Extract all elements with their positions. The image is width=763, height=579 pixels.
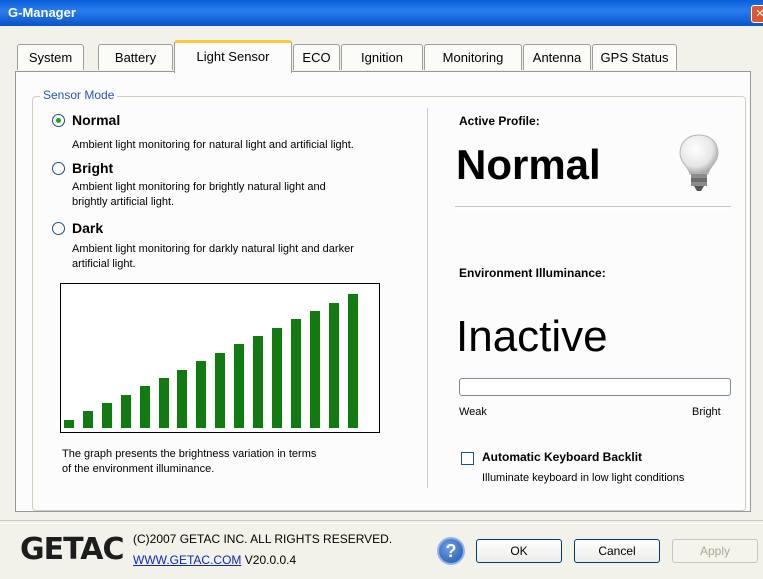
radio-bright[interactable] xyxy=(52,162,65,175)
graph-bar xyxy=(120,395,131,428)
radio-dark-desc: Ambient light monitoring for darkly natu… xyxy=(72,243,354,270)
close-button[interactable]: ✕ xyxy=(751,5,763,23)
getac-website-link[interactable]: WWW.GETAC.COM xyxy=(133,553,241,567)
keyboard-backlit-desc: Illuminate keyboard in low light conditi… xyxy=(482,472,685,484)
radio-normal-label[interactable]: Normal xyxy=(72,112,120,128)
environment-illuminance-value: Inactive xyxy=(456,312,608,361)
graph-bar xyxy=(158,378,169,428)
radio-normal[interactable] xyxy=(52,114,65,127)
radio-selected-dot xyxy=(56,118,61,123)
bright-label: Bright xyxy=(692,406,721,418)
panel-divider xyxy=(427,108,428,488)
tab-battery[interactable]: Battery xyxy=(98,44,173,70)
tab-eco[interactable]: ECO xyxy=(293,44,340,70)
tab-light-sensor[interactable]: Light Sensor xyxy=(174,40,292,73)
graph-bar xyxy=(177,370,188,428)
graph-bar xyxy=(82,411,93,428)
radio-dark-label[interactable]: Dark xyxy=(72,220,103,236)
radio-normal-desc: Ambient light monitoring for natural lig… xyxy=(72,139,354,151)
graph-bar xyxy=(215,353,226,428)
footer-separator xyxy=(0,520,763,524)
light-bulb-icon xyxy=(676,132,722,197)
radio-bright-label[interactable]: Bright xyxy=(72,160,113,176)
graph-bar xyxy=(101,403,112,428)
profile-separator xyxy=(455,206,731,210)
active-profile-value: Normal xyxy=(456,141,601,188)
radio-bright-desc: Ambient light monitoring for brightly na… xyxy=(72,181,326,208)
keyboard-backlit-checkbox[interactable] xyxy=(461,452,474,465)
illuminance-level-bar xyxy=(459,378,731,396)
tab-monitoring[interactable]: Monitoring xyxy=(424,44,522,70)
tab-system[interactable]: System xyxy=(17,44,84,70)
graph-bar xyxy=(347,294,358,428)
graph-bar xyxy=(64,420,74,428)
window-title: G-Manager xyxy=(8,5,76,20)
ok-button[interactable]: OK xyxy=(476,539,562,563)
cancel-button[interactable]: Cancel xyxy=(574,539,660,563)
graph-bar xyxy=(196,361,207,428)
graph-caption: The graph presents the brightness variat… xyxy=(62,448,317,475)
getac-logo: GETAC xyxy=(20,532,124,567)
graph-bar xyxy=(290,319,301,428)
weak-label: Weak xyxy=(459,406,487,418)
sensor-mode-label: Sensor Mode xyxy=(40,88,118,102)
environment-illuminance-label: Environment Illuminance: xyxy=(459,266,606,280)
tab-antenna[interactable]: Antenna xyxy=(523,44,591,70)
brightness-graph xyxy=(60,283,380,433)
graph-bar xyxy=(139,386,150,428)
tab-ignition[interactable]: Ignition xyxy=(341,44,423,70)
keyboard-backlit-label[interactable]: Automatic Keyboard Backlit xyxy=(482,450,642,464)
graph-bar xyxy=(309,311,320,428)
graph-bar xyxy=(253,336,263,428)
title-bar: G-Manager ✕ xyxy=(0,0,763,26)
graph-bar xyxy=(271,328,282,428)
apply-button[interactable]: Apply xyxy=(672,539,758,563)
version-text: V20.0.0.4 xyxy=(244,553,297,567)
graph-bar xyxy=(328,303,339,428)
radio-dark[interactable] xyxy=(52,222,65,235)
help-icon[interactable]: ? xyxy=(437,537,465,565)
graph-bar xyxy=(234,344,245,428)
copyright-text: (C)2007 GETAC INC. ALL RIGHTS RESERVED. xyxy=(133,532,393,546)
tab-gps-status[interactable]: GPS Status xyxy=(592,44,677,70)
footer-link-line: WWW.GETAC.COM V20.0.0.4 xyxy=(133,553,296,567)
active-profile-label: Active Profile: xyxy=(459,114,540,128)
